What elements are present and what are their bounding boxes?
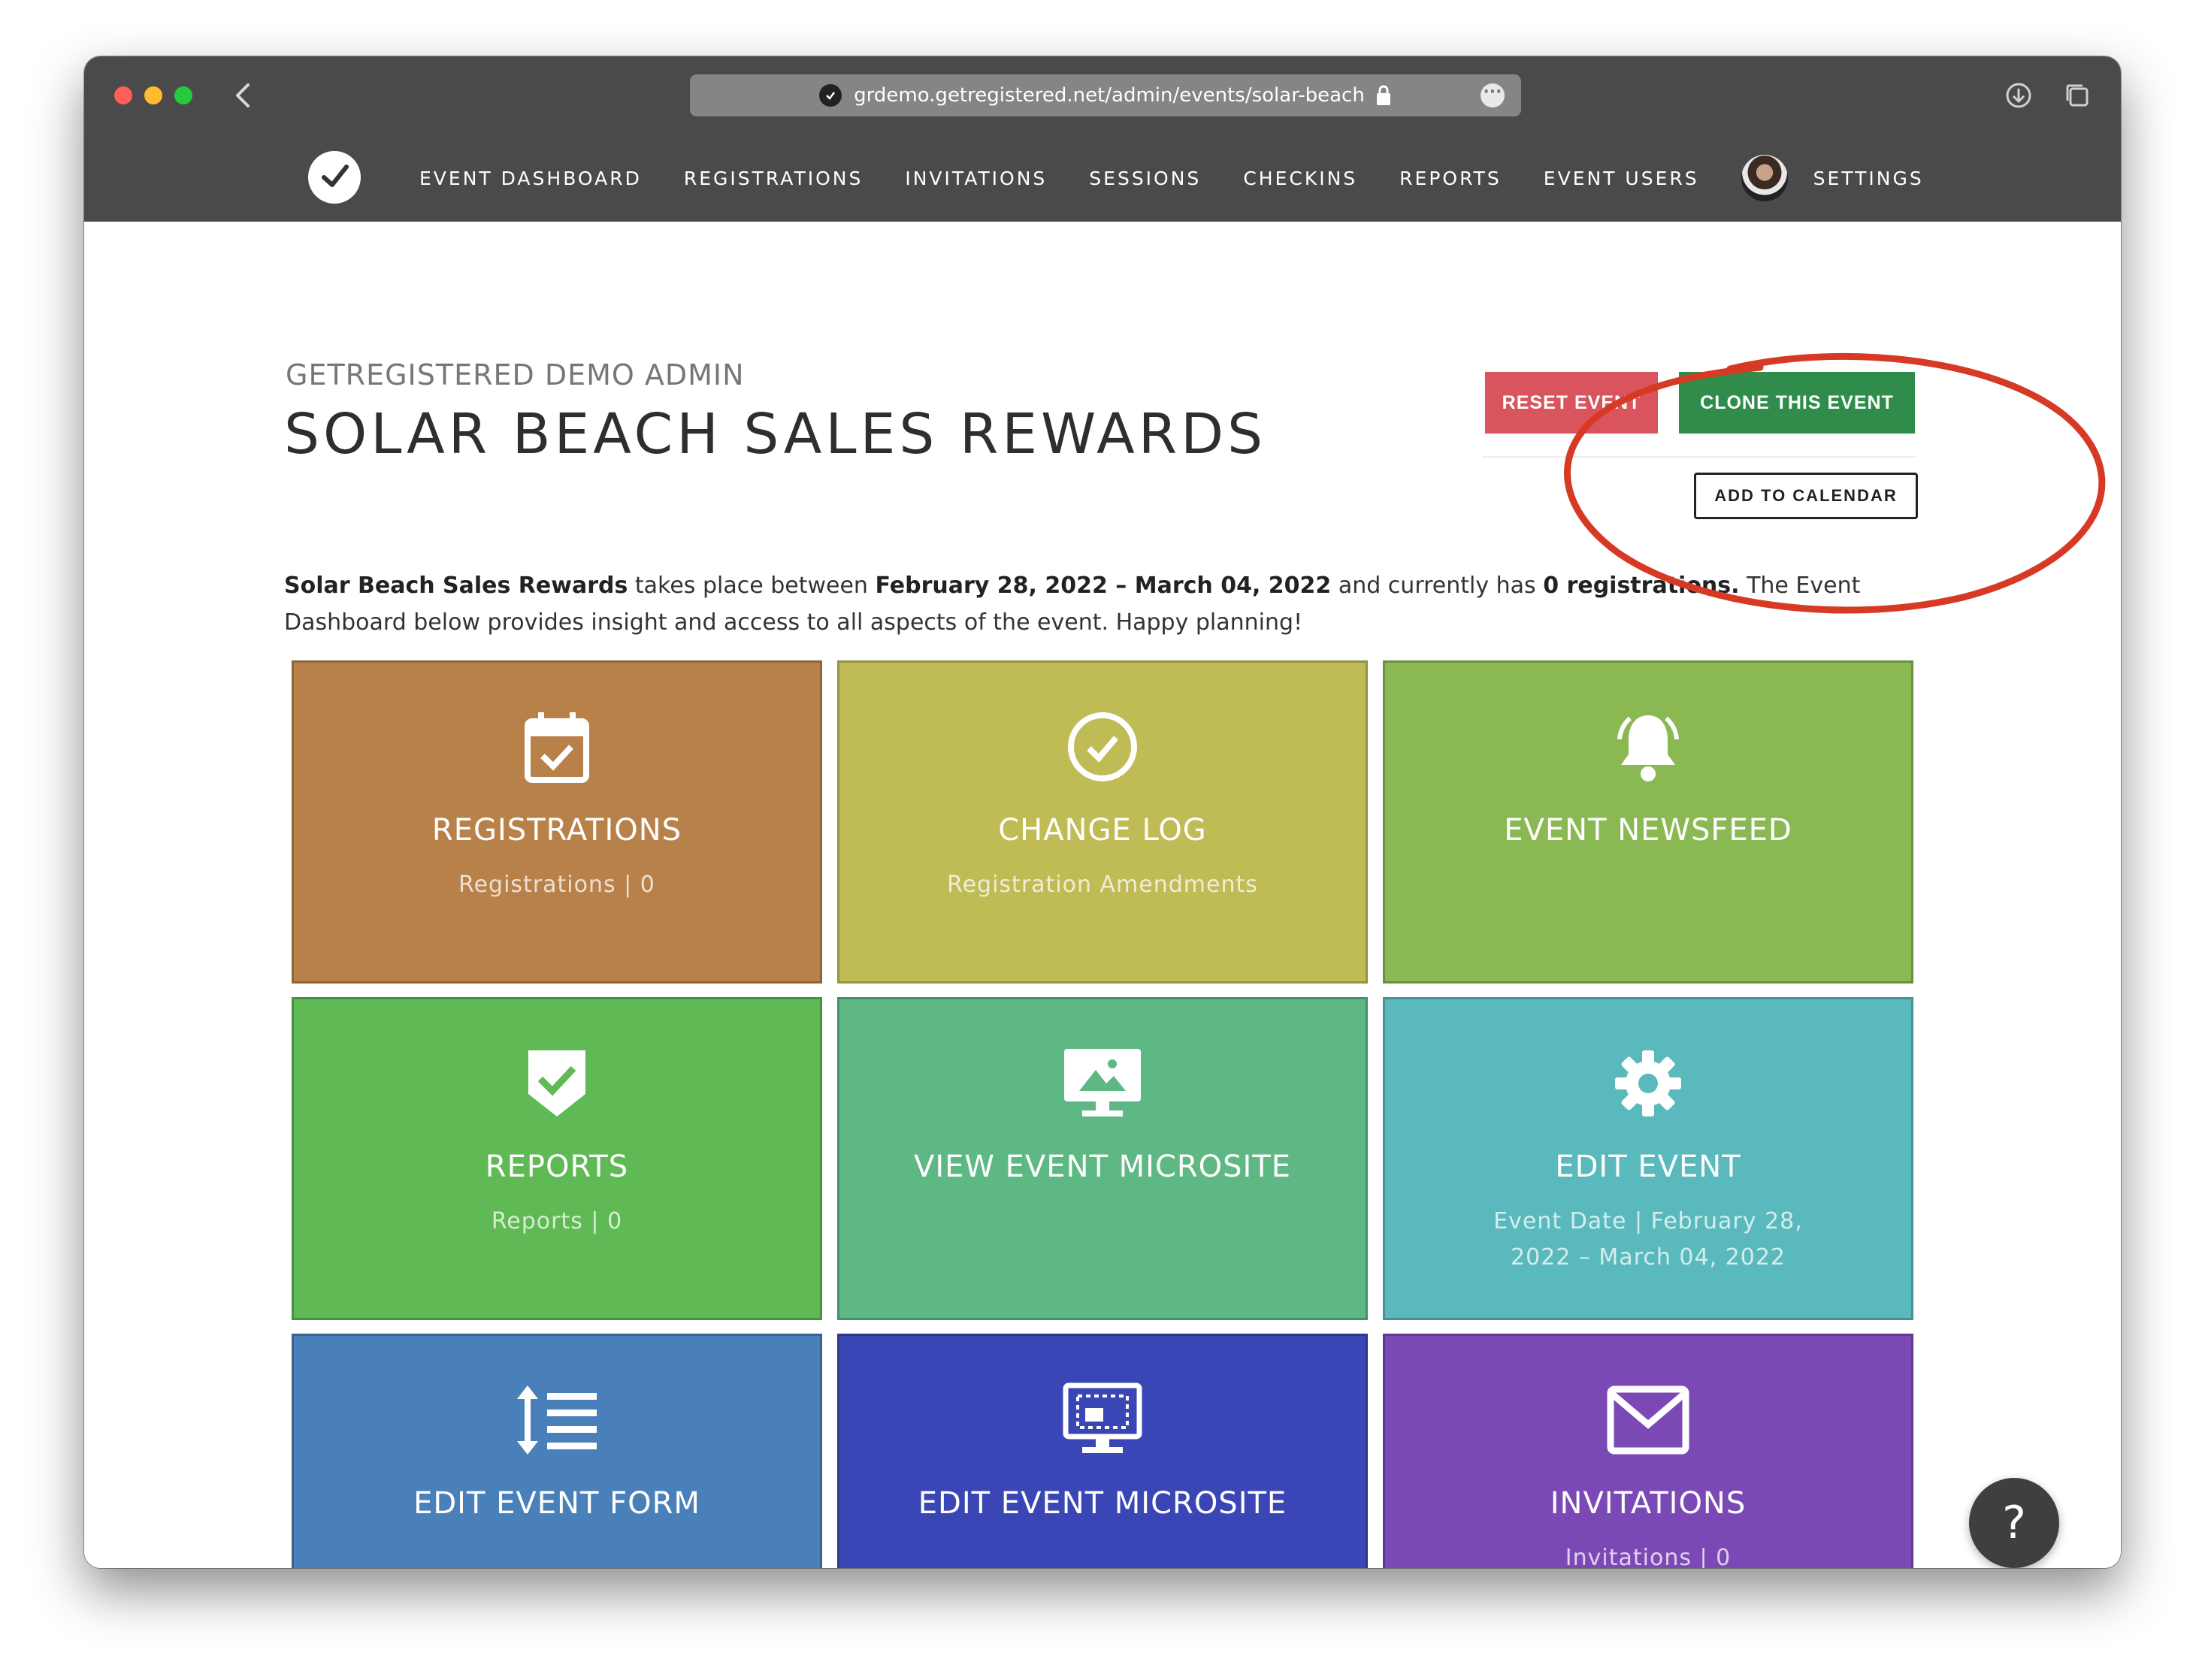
intro-date-range: February 28, 2022 – March 04, 2022 bbox=[875, 573, 1331, 599]
app-navbar: EVENT DASHBOARD REGISTRATIONS INVITATION… bbox=[84, 134, 2121, 222]
tile-view-event-microsite[interactable]: VIEW EVENT MICROSITE bbox=[837, 997, 1368, 1320]
browser-titlebar: grdemo.getregistered.net/admin/events/so… bbox=[84, 56, 2121, 134]
intro-registrations: 0 registrations. bbox=[1543, 573, 1739, 599]
site-favicon-icon bbox=[819, 84, 842, 107]
gear-icon bbox=[1607, 1046, 1689, 1121]
tile-title: EDIT EVENT MICROSITE bbox=[918, 1486, 1287, 1521]
event-intro-text: Solar Beach Sales Rewards takes place be… bbox=[284, 567, 1922, 641]
add-to-calendar-button[interactable]: ADD TO CALENDAR bbox=[1694, 473, 1918, 519]
url-text: grdemo.getregistered.net/admin/events/so… bbox=[854, 84, 1365, 107]
envelope-icon bbox=[1607, 1382, 1689, 1458]
back-arrow-icon[interactable] bbox=[227, 77, 260, 113]
lock-icon bbox=[1375, 84, 1392, 107]
tile-edit-event-microsite[interactable]: EDIT EVENT MICROSITE bbox=[837, 1334, 1368, 1568]
nav-links: EVENT DASHBOARD REGISTRATIONS INVITATION… bbox=[419, 134, 1966, 222]
tile-title: REGISTRATIONS bbox=[432, 813, 682, 848]
tile-title: EVENT NEWSFEED bbox=[1504, 813, 1792, 848]
help-button[interactable]: ? bbox=[1969, 1478, 2059, 1568]
tile-title: CHANGE LOG bbox=[998, 813, 1207, 848]
tile-subtitle: Registrations | 0 bbox=[368, 867, 746, 903]
monitor-edit-icon bbox=[1061, 1382, 1144, 1458]
nav-invitations[interactable]: INVITATIONS bbox=[905, 168, 1047, 189]
tile-title: EDIT EVENT FORM bbox=[413, 1486, 700, 1521]
page-title: SOLAR BEACH SALES REWARDS bbox=[284, 402, 1266, 467]
tile-subtitle: Event Date | February 28, 2022 – March 0… bbox=[1385, 1204, 1911, 1276]
tile-invitations[interactable]: INVITATIONS Invitations | 0 bbox=[1383, 1334, 1913, 1568]
nav-event-users[interactable]: EVENT USERS bbox=[1544, 168, 1699, 189]
actions-divider bbox=[1482, 456, 1916, 458]
app-logo-icon[interactable] bbox=[308, 151, 361, 204]
tile-edit-event-form[interactable]: EDIT EVENT FORM bbox=[292, 1334, 822, 1568]
nav-checkins[interactable]: CHECKINS bbox=[1243, 168, 1357, 189]
download-icon[interactable] bbox=[2002, 79, 2035, 112]
tile-subtitle: Invitations | 0 bbox=[1475, 1540, 1821, 1568]
intro-text-1: takes place between bbox=[628, 573, 875, 599]
nav-event-dashboard[interactable]: EVENT DASHBOARD bbox=[419, 168, 642, 189]
nav-settings[interactable]: SETTINGS bbox=[1813, 168, 1924, 189]
monitor-image-icon bbox=[1061, 1046, 1144, 1121]
nav-registrations[interactable]: REGISTRATIONS bbox=[684, 168, 863, 189]
tile-title: EDIT EVENT bbox=[1555, 1150, 1741, 1184]
tile-title: VIEW EVENT MICROSITE bbox=[914, 1150, 1291, 1184]
browser-window: grdemo.getregistered.net/admin/events/so… bbox=[84, 56, 2121, 1568]
shield-check-icon bbox=[516, 1046, 598, 1121]
calendar-check-icon bbox=[516, 709, 598, 784]
tile-subtitle: Reports | 0 bbox=[401, 1204, 712, 1240]
close-window-icon[interactable] bbox=[114, 86, 132, 104]
tabs-overview-icon[interactable] bbox=[2061, 79, 2094, 112]
tile-change-log[interactable]: CHANGE LOG Registration Amendments bbox=[837, 660, 1368, 984]
circle-check-icon bbox=[1061, 709, 1144, 784]
tile-title: INVITATIONS bbox=[1550, 1486, 1747, 1521]
bell-icon bbox=[1607, 709, 1689, 784]
maximize-window-icon[interactable] bbox=[174, 86, 192, 104]
tile-registrations[interactable]: REGISTRATIONS Registrations | 0 bbox=[292, 660, 822, 984]
nav-reports[interactable]: REPORTS bbox=[1399, 168, 1502, 189]
reset-event-button[interactable]: RESET EVENT bbox=[1485, 372, 1658, 434]
tile-event-newsfeed[interactable]: EVENT NEWSFEED bbox=[1383, 660, 1913, 984]
tile-subtitle: Registration Amendments bbox=[857, 867, 1348, 903]
sort-list-icon bbox=[516, 1382, 598, 1458]
intro-event-name: Solar Beach Sales Rewards bbox=[284, 573, 628, 599]
address-bar[interactable]: grdemo.getregistered.net/admin/events/so… bbox=[690, 74, 1521, 116]
clone-event-button[interactable]: CLONE THIS EVENT bbox=[1679, 372, 1915, 434]
nav-sessions[interactable]: SESSIONS bbox=[1089, 168, 1201, 189]
more-options-icon[interactable]: ··· bbox=[1481, 83, 1505, 107]
intro-text-2: and currently has bbox=[1331, 573, 1543, 599]
tile-reports[interactable]: REPORTS Reports | 0 bbox=[292, 997, 822, 1320]
minimize-window-icon[interactable] bbox=[144, 86, 162, 104]
user-avatar[interactable] bbox=[1741, 155, 1788, 201]
tile-edit-event[interactable]: EDIT EVENT Event Date | February 28, 202… bbox=[1383, 997, 1913, 1320]
dashboard-content: GETREGISTERED DEMO ADMIN SOLAR BEACH SAL… bbox=[84, 222, 2121, 1568]
dashboard-tile-grid: REGISTRATIONS Registrations | 0 CHANGE L… bbox=[292, 660, 1913, 1568]
org-name: GETREGISTERED DEMO ADMIN bbox=[286, 358, 745, 391]
tile-title: REPORTS bbox=[485, 1150, 628, 1184]
